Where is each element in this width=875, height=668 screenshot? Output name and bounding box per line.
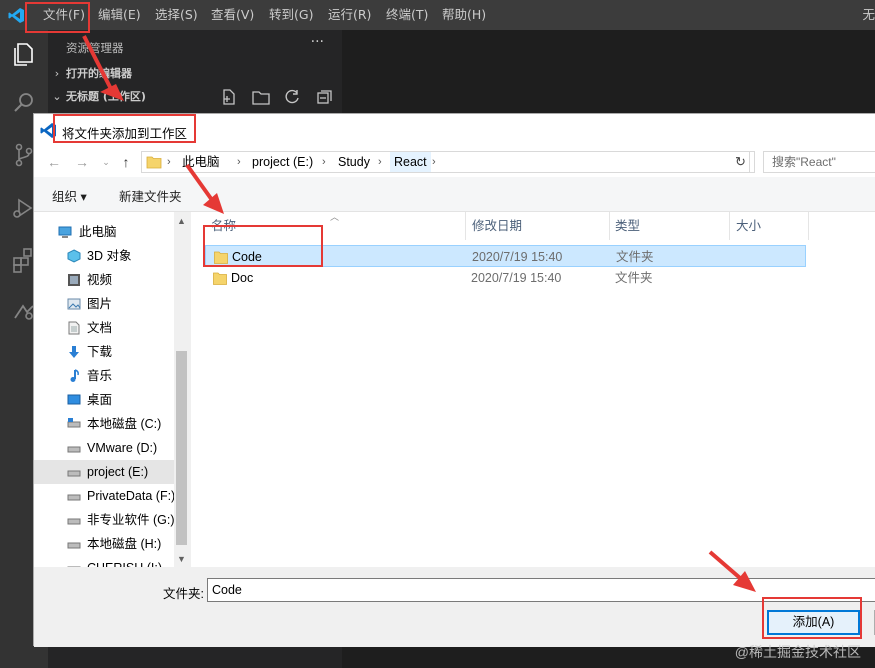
annotation-arrows (82, 35, 756, 592)
arrow-to-add-folder-icon (82, 35, 124, 101)
watermark: @稀土掘金技术社区 (734, 644, 861, 660)
arrow-to-code-folder-icon (185, 163, 224, 214)
arrow-to-add-button-icon (708, 550, 756, 592)
